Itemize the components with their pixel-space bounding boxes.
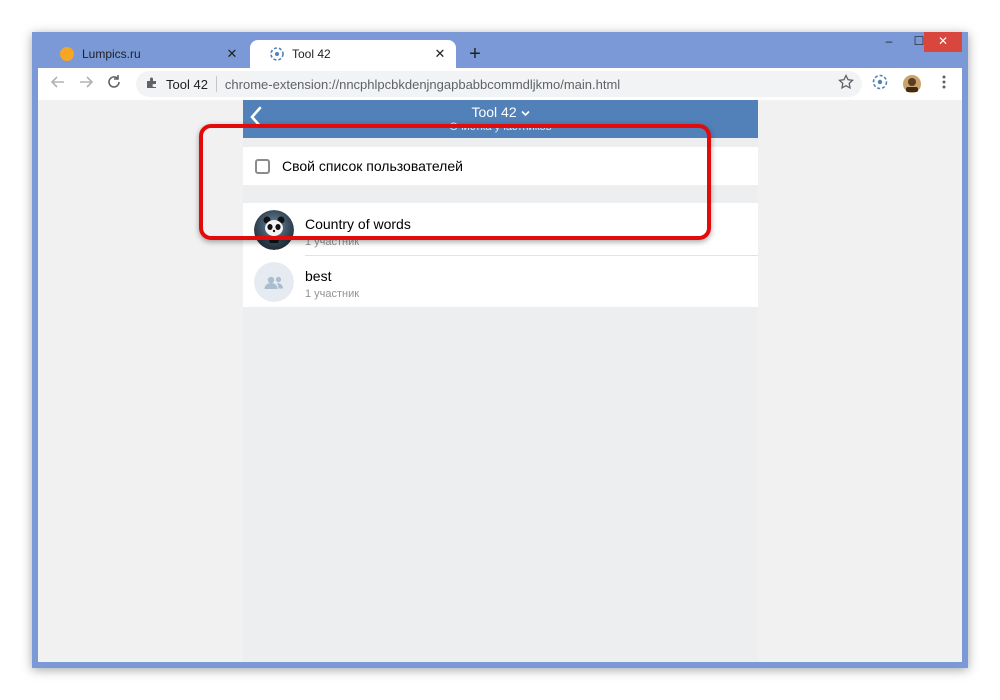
- tool42-favicon-icon: [270, 47, 284, 61]
- back-arrow-icon[interactable]: [48, 74, 68, 94]
- kebab-menu-icon[interactable]: [934, 74, 954, 94]
- chevron-down-icon: [520, 104, 530, 120]
- tab-close-icon[interactable]: ✕: [432, 46, 448, 62]
- close-window-button[interactable]: ✕: [924, 32, 962, 52]
- conversation-members: 1 участник: [305, 236, 360, 248]
- tab-strip: Lumpics.ru ✕ Tool 42 ✕ + – ☐ ✕: [32, 32, 968, 68]
- address-bar[interactable]: Tool 42 chrome-extension://nncphlpcbkden…: [136, 71, 862, 97]
- tab-title: Lumpics.ru: [82, 47, 141, 61]
- conversation-members: 1 участник: [305, 288, 360, 300]
- app-title-text: Tool 42: [471, 104, 517, 120]
- avatar[interactable]: [902, 74, 922, 94]
- tab-tool42[interactable]: Tool 42 ✕: [250, 40, 456, 68]
- group-icon: [254, 262, 294, 302]
- custom-list-label: Свой список пользователей: [282, 158, 463, 174]
- tool42-app: Tool 42 Очистка участников Свой список п…: [243, 100, 758, 662]
- list-item[interactable]: best 1 участник: [243, 255, 758, 307]
- conversation-name: Country of words: [305, 216, 411, 232]
- custom-list-row[interactable]: Свой список пользователей: [243, 147, 758, 185]
- page-viewport: Tool 42 Очистка участников Свой список п…: [38, 100, 962, 662]
- browser-window: Lumpics.ru ✕ Tool 42 ✕ + – ☐ ✕ Tool 42 c…: [32, 32, 968, 668]
- minimize-button[interactable]: –: [874, 32, 904, 52]
- tab-title: Tool 42: [292, 47, 331, 61]
- divider: [215, 76, 217, 92]
- list-item[interactable]: Country of words 1 участник: [243, 203, 758, 256]
- forward-arrow-icon[interactable]: [76, 74, 96, 94]
- browser-toolbar: Tool 42 chrome-extension://nncphlpcbkden…: [38, 68, 962, 100]
- conversation-name: best: [305, 268, 332, 284]
- site-label: Tool 42: [166, 76, 208, 92]
- new-tab-button[interactable]: +: [464, 44, 486, 66]
- lumpics-favicon-icon: [60, 47, 74, 61]
- url-text[interactable]: chrome-extension://nncphlpcbkdenjngapbab…: [225, 77, 620, 92]
- tab-lumpics[interactable]: Lumpics.ru ✕: [40, 40, 248, 68]
- conversation-list: Country of words 1 участник best 1 участ…: [243, 203, 758, 307]
- panda-avatar: [254, 210, 294, 250]
- app-header: Tool 42 Очистка участников: [243, 100, 758, 138]
- tab-close-icon[interactable]: ✕: [224, 46, 240, 62]
- tool42-icon[interactable]: [870, 74, 890, 94]
- star-icon[interactable]: [836, 73, 856, 94]
- page-title[interactable]: Tool 42: [243, 104, 758, 120]
- custom-list-checkbox[interactable]: [255, 158, 270, 174]
- reload-icon[interactable]: [104, 74, 124, 94]
- page-subtitle: Очистка участников: [449, 121, 552, 133]
- puzzle-icon: [146, 77, 162, 92]
